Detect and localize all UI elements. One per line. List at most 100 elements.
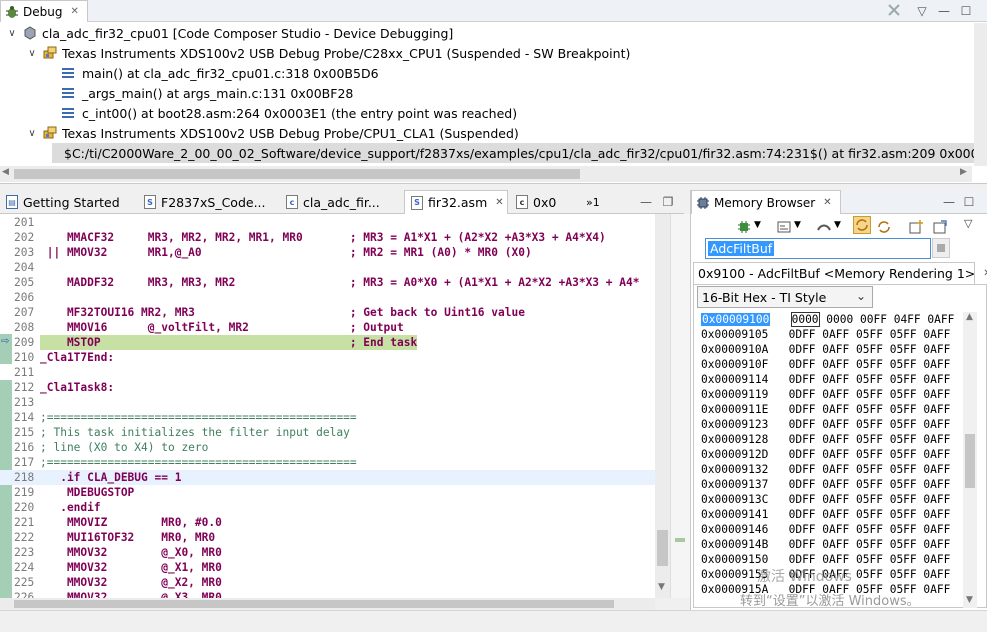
sync-icon[interactable] — [853, 216, 871, 234]
memory-row[interactable]: 0x00009137 0DFF 0AFF 05FF 05FF 0AFF — [701, 477, 950, 492]
tab-getting-started[interactable]: ▤ Getting Started — [0, 190, 135, 214]
memory-address[interactable]: 0x00009141 — [701, 508, 768, 521]
memory-value[interactable]: 0000 — [826, 313, 853, 326]
scroll-down-icon[interactable]: ▼ — [966, 595, 973, 605]
dropdown-arrow-icon[interactable]: ▼ — [794, 220, 801, 230]
debug-tree-item-session[interactable]: ∨ cla_adc_fir32_cpu01 [Code Composer Stu… — [6, 23, 453, 43]
memory-value[interactable]: 05FF — [856, 373, 883, 386]
memory-value[interactable]: 0DFF — [789, 403, 816, 416]
memory-value[interactable]: 05FF — [890, 568, 917, 581]
tab-cla-adc-fir[interactable]: c cla_adc_fir... — [280, 190, 402, 214]
memory-value[interactable]: 0AFF — [923, 508, 950, 521]
memory-value[interactable]: 00FF — [860, 313, 887, 326]
close-icon[interactable]: ✕ — [983, 268, 987, 279]
memory-value[interactable]: 0DFF — [789, 433, 816, 446]
memory-value[interactable]: 0DFF — [789, 448, 816, 461]
maximize-icon[interactable]: ❐ — [660, 194, 676, 210]
dropdown-arrow-icon[interactable]: ▼ — [754, 220, 761, 230]
code-line[interactable]: 201 — [0, 215, 655, 230]
debug-tree-item-cla-frame-selected[interactable]: $C:/ti/C2000Ware_2_00_00_02_Software/dev… — [52, 143, 987, 163]
memory-value[interactable]: 05FF — [856, 388, 883, 401]
memory-value[interactable]: 0DFF — [789, 538, 816, 551]
memory-value[interactable]: 0AFF — [822, 343, 849, 356]
memory-value[interactable]: 0AFF — [923, 328, 950, 341]
memory-value[interactable]: 05FF — [856, 478, 883, 491]
scrollbar-thumb[interactable] — [657, 530, 668, 566]
memory-value[interactable]: 0AFF — [923, 358, 950, 371]
memory-value[interactable]: 0DFF — [789, 478, 816, 491]
memory-value[interactable]: 0DFF — [789, 463, 816, 476]
code-editor[interactable]: 201 202 MMACF32 MR3, MR2, MR2, MR1, MR0 ;… — [0, 214, 670, 598]
memory-value[interactable]: 0AFF — [923, 433, 950, 446]
memory-row[interactable]: 0x0000910F 0DFF 0AFF 05FF 05FF 0AFF — [701, 357, 950, 372]
code-line[interactable]: 222 MUI16TOF32 MR0, MR0 — [0, 530, 655, 545]
memory-row[interactable]: 0x00009132 0DFF 0AFF 05FF 05FF 0AFF — [701, 462, 950, 477]
tab-disassembly[interactable]: c 0x0 — [510, 190, 570, 214]
debug-tree-item-frame[interactable]: c_int00() at boot28.asm:264 0x0003E1 (th… — [62, 103, 517, 123]
memory-value[interactable]: 0AFF — [923, 553, 950, 566]
memory-value[interactable]: 05FF — [856, 508, 883, 521]
code-line[interactable]: 224 MMOV32 @_X1, MR0 — [0, 560, 655, 575]
scrollbar-thumb[interactable] — [14, 169, 580, 179]
memory-value[interactable]: 05FF — [890, 343, 917, 356]
code-line[interactable]: 220 .endif — [0, 500, 655, 515]
memory-value[interactable]: 0AFF — [822, 538, 849, 551]
code-line[interactable]: 202 MMACF32 MR3, MR2, MR2, MR1, MR0 ; MR… — [0, 230, 655, 245]
refresh-chip-icon[interactable] — [735, 218, 753, 236]
memory-value[interactable]: 0AFF — [822, 448, 849, 461]
memory-value[interactable]: 05FF — [856, 448, 883, 461]
memory-value[interactable]: 05FF — [856, 328, 883, 341]
memory-value[interactable]: 05FF — [890, 463, 917, 476]
memory-value[interactable]: 05FF — [890, 373, 917, 386]
expanded-chevron-icon[interactable]: ∨ — [26, 128, 38, 139]
memory-value[interactable]: 0AFF — [822, 493, 849, 506]
memory-address[interactable]: 0x00009105 — [701, 328, 768, 341]
memory-row[interactable]: 0x00009114 0DFF 0AFF 05FF 05FF 0AFF — [701, 372, 950, 387]
memory-value[interactable]: 0AFF — [923, 388, 950, 401]
memory-value[interactable]: 0DFF — [789, 343, 816, 356]
memory-value[interactable]: 0AFF — [822, 478, 849, 491]
minimize-icon[interactable]: — — [941, 194, 957, 210]
code-line[interactable]: 218 .if CLA_DEBUG == 1 — [0, 470, 655, 485]
code-line[interactable]: 204 — [0, 260, 655, 275]
memory-address[interactable]: 0x0000914B — [701, 538, 768, 551]
maximize-icon[interactable]: ☐ — [958, 3, 974, 19]
code-line[interactable]: 217 ;====================================… — [0, 455, 655, 470]
tab-memory-browser[interactable]: Memory Browser ✕ — [691, 190, 841, 214]
memory-value[interactable]: 05FF — [856, 403, 883, 416]
scroll-right-icon[interactable]: ▶ — [960, 167, 967, 177]
editor-hscrollbar[interactable] — [0, 598, 655, 610]
memory-row[interactable]: 0x0000911E 0DFF 0AFF 05FF 05FF 0AFF — [701, 402, 950, 417]
memory-value[interactable]: 0AFF — [923, 403, 950, 416]
memory-value[interactable]: 0AFF — [923, 418, 950, 431]
scroll-left-icon[interactable]: ◀ — [2, 167, 9, 177]
memory-value[interactable]: 0AFF — [822, 433, 849, 446]
memory-address[interactable]: 0x00009100 — [701, 313, 771, 326]
memory-value[interactable]: 04FF — [894, 313, 921, 326]
memory-value[interactable]: 05FF — [890, 388, 917, 401]
memory-address[interactable]: 0x00009119 — [701, 388, 768, 401]
memory-value[interactable]: 0DFF — [789, 523, 816, 536]
scroll-up-icon[interactable]: ▲ — [966, 312, 973, 322]
memory-row[interactable]: 0x00009123 0DFF 0AFF 05FF 05FF 0AFF — [701, 417, 950, 432]
memory-value[interactable]: 05FF — [890, 418, 917, 431]
memory-address[interactable]: 0x0000912D — [701, 448, 768, 461]
code-line[interactable]: 226 MMOV32 @_X3, MR0 — [0, 590, 655, 598]
go-button[interactable] — [932, 238, 950, 258]
minimize-icon[interactable]: — — [936, 3, 952, 19]
tab-debug[interactable]: Debug ✕ — [0, 0, 88, 22]
view-menu-icon[interactable]: ▽ — [914, 3, 930, 19]
memory-value[interactable]: 05FF — [856, 343, 883, 356]
memory-value[interactable]: 0AFF — [923, 493, 950, 506]
memory-address[interactable]: 0x00009128 — [701, 433, 768, 446]
memory-address[interactable]: 0x00009146 — [701, 523, 768, 536]
memory-address[interactable]: 0x00009132 — [701, 463, 768, 476]
memory-value[interactable]: 0DFF — [789, 328, 816, 341]
memory-value[interactable]: 0AFF — [923, 583, 950, 596]
memory-value[interactable]: 05FF — [856, 523, 883, 536]
memory-value[interactable]: 0AFF — [923, 448, 950, 461]
code-line[interactable]: 211 — [0, 365, 655, 380]
memory-value[interactable]: 0AFF — [822, 508, 849, 521]
memory-value[interactable]: 0AFF — [923, 538, 950, 551]
code-line[interactable]: 208 MMOV16 @_voltFilt, MR2 ; Output — [0, 320, 655, 335]
